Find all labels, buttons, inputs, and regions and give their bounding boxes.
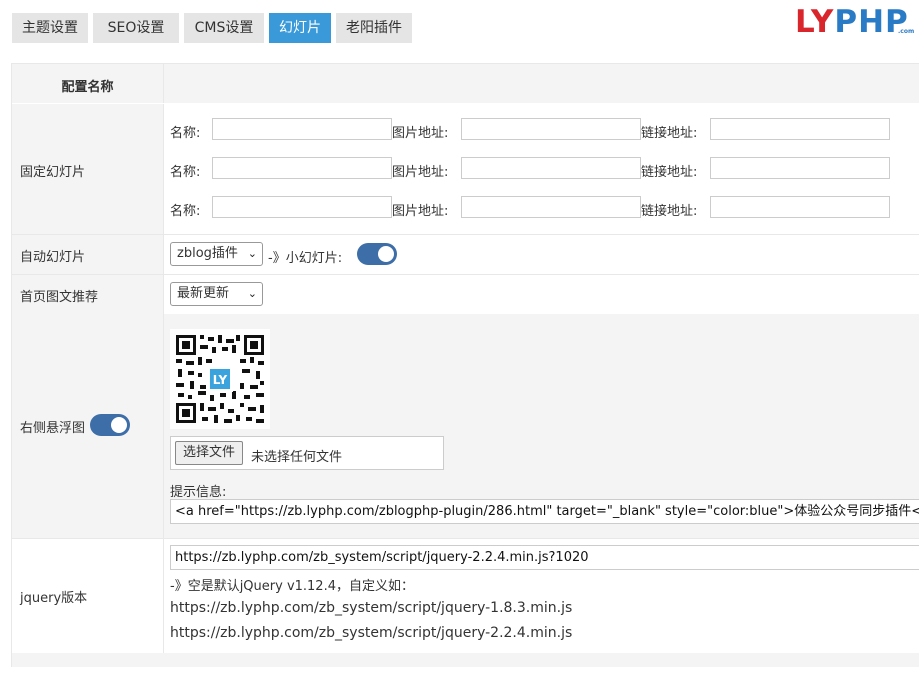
- table-footer: [12, 653, 919, 667]
- jquery-input[interactable]: https://zb.lyphp.com/zb_system/script/jq…: [170, 545, 919, 570]
- home-recommend-select-value: 最新更新: [177, 286, 230, 301]
- tab-cms-settings[interactable]: CMS设置: [184, 13, 264, 43]
- slide3-name-label: 名称:: [170, 204, 201, 219]
- jquery-note: -》空是默认jQuery v1.12.4，自定义如：: [170, 579, 414, 594]
- chevron-down-icon: ⌄: [247, 287, 257, 300]
- auto-slides-label: 自动幻灯片: [20, 250, 86, 265]
- tab-slides[interactable]: 幻灯片: [269, 13, 331, 43]
- float-image-toggle[interactable]: [90, 414, 130, 436]
- slide2-image-input[interactable]: [461, 157, 641, 179]
- jquery-label: jquery版本: [20, 591, 88, 606]
- slide3-name-input[interactable]: [212, 196, 392, 218]
- jquery-example-2: https://zb.lyphp.com/zb_system/script/jq…: [170, 625, 573, 641]
- logo-suffix: .com: [898, 28, 915, 35]
- slide2-name-label: 名称:: [170, 165, 201, 180]
- auto-slides-select[interactable]: zblog插件 ⌄: [170, 242, 263, 266]
- tip-label: 提示信息:: [170, 485, 227, 500]
- toggle-knob: [111, 417, 127, 433]
- slide1-link-label: 链接地址:: [641, 126, 698, 141]
- svg-text:LY: LY: [213, 373, 228, 387]
- slide3-image-label: 图片地址:: [392, 204, 449, 219]
- home-recommend-label: 首页图文推荐: [20, 290, 99, 305]
- logo-ly-text: LY: [795, 4, 835, 40]
- chevron-down-icon: ⌄: [247, 247, 257, 260]
- qr-code-image: LY: [170, 329, 270, 429]
- slide2-name-input[interactable]: [212, 157, 392, 179]
- slide2-link-label: 链接地址:: [641, 165, 698, 180]
- tip-input[interactable]: <a href="https://zb.lyphp.com/zblogphp-p…: [170, 499, 919, 524]
- slide1-name-label: 名称:: [170, 126, 201, 141]
- lyphp-logo: LYPHP: [795, 4, 909, 40]
- mini-slides-label: -》小幻灯片:: [268, 251, 343, 266]
- float-image-label: 右侧悬浮图: [20, 421, 86, 436]
- config-name-header: 配置名称: [61, 80, 114, 95]
- slide1-image-label: 图片地址:: [392, 126, 449, 141]
- auto-slides-select-value: zblog插件: [177, 246, 238, 261]
- choose-file-button[interactable]: 选择文件: [175, 441, 244, 465]
- slide1-name-input[interactable]: [212, 118, 392, 140]
- file-input[interactable]: 选择文件 未选择任何文件: [170, 436, 444, 470]
- row-divider: [12, 538, 919, 539]
- jquery-example-1: https://zb.lyphp.com/zb_system/script/jq…: [170, 600, 573, 616]
- tab-seo-settings[interactable]: SEO设置: [93, 13, 179, 43]
- slide3-image-input[interactable]: [461, 196, 641, 218]
- tab-laoyang-plugins[interactable]: 老阳插件: [336, 13, 412, 43]
- qr-code-icon: LY: [170, 329, 270, 429]
- slide2-link-input[interactable]: [710, 157, 890, 179]
- slide2-image-label: 图片地址:: [392, 165, 449, 180]
- file-status-text: 未选择任何文件: [251, 450, 343, 465]
- tab-theme-settings[interactable]: 主题设置: [12, 13, 88, 43]
- toggle-knob: [378, 246, 394, 262]
- slide3-link-input[interactable]: [710, 196, 890, 218]
- slide1-link-input[interactable]: [710, 118, 890, 140]
- settings-table: 配置名称 固定幻灯片 名称: 图片地址: 链接地址: 名称: 图片地址: 链接地…: [11, 63, 919, 667]
- home-recommend-select[interactable]: 最新更新 ⌄: [170, 282, 263, 306]
- fixed-slides-label: 固定幻灯片: [20, 165, 86, 180]
- slide3-link-label: 链接地址:: [641, 204, 698, 219]
- slide1-image-input[interactable]: [461, 118, 641, 140]
- mini-slides-toggle[interactable]: [357, 243, 397, 265]
